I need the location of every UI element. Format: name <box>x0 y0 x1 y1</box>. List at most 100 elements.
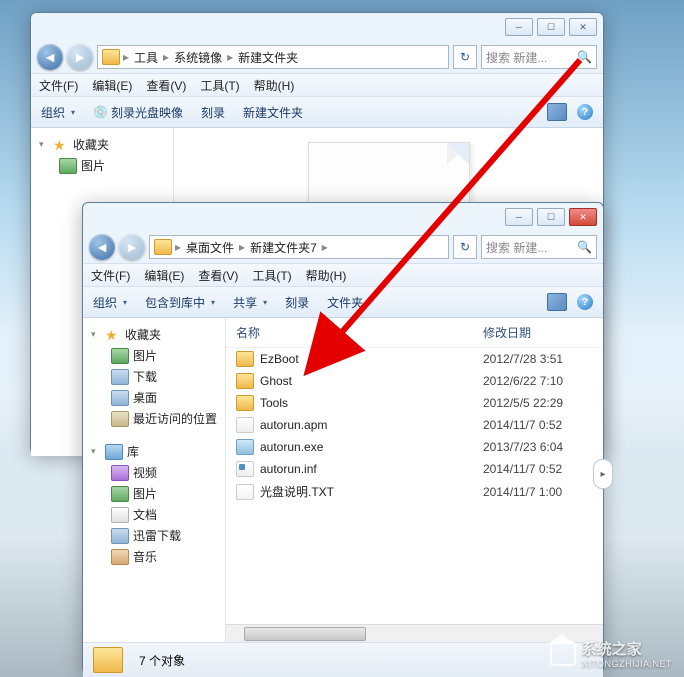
sidebar-downloads[interactable]: 下载 <box>83 366 225 387</box>
burn-button[interactable]: 刻录 <box>201 104 225 121</box>
menu-edit[interactable]: 编辑(E) <box>92 77 132 94</box>
file-date: 2014/11/7 0:52 <box>483 418 593 432</box>
folder-icon <box>236 373 254 389</box>
refresh-button[interactable]: ↻ <box>453 45 477 69</box>
content-pane: 名称 修改日期 EzBoot2012/7/28 3:51Ghost2012/6/… <box>226 318 603 642</box>
chevron-right-icon: ▸ <box>122 50 130 64</box>
sidebar-documents[interactable]: 文档 <box>83 504 225 525</box>
menu-help[interactable]: 帮助(H) <box>306 267 347 284</box>
file-row[interactable]: EzBoot2012/7/28 3:51 <box>226 348 603 370</box>
videos-icon <box>111 465 129 481</box>
forward-button[interactable]: ► <box>67 44 93 70</box>
pictures-icon <box>59 158 77 174</box>
burn-image-button[interactable]: 💿刻录光盘映像 <box>93 104 183 121</box>
file-row[interactable]: autorun.inf2014/11/7 0:52 <box>226 458 603 480</box>
sidebar-xunlei[interactable]: 迅雷下载 <box>83 525 225 546</box>
menu-file[interactable]: 文件(F) <box>91 267 130 284</box>
sidebar-pictures[interactable]: 图片 <box>83 345 225 366</box>
share-button[interactable]: 共享 <box>233 294 267 311</box>
file-row[interactable]: 光盘说明.TXT2014/11/7 1:00 <box>226 480 603 503</box>
file-name: autorun.apm <box>260 418 483 432</box>
sidebar-videos[interactable]: 视频 <box>83 462 225 483</box>
new-folder-button[interactable]: 新建文件夹 <box>243 104 303 121</box>
file-row[interactable]: autorun.apm2014/11/7 0:52 <box>226 414 603 436</box>
menu-tools[interactable]: 工具(T) <box>200 77 239 94</box>
view-options-button[interactable] <box>547 293 567 311</box>
close-button[interactable]: ✕ <box>569 18 597 36</box>
column-name[interactable]: 名称 <box>236 324 483 341</box>
file-row[interactable]: autorun.exe2013/7/23 6:04 <box>226 436 603 458</box>
sidebar-desktop[interactable]: 桌面 <box>83 387 225 408</box>
file-name: Tools <box>260 396 483 410</box>
folder-icon <box>93 647 123 673</box>
help-button[interactable]: ? <box>577 294 593 310</box>
horizontal-scrollbar[interactable] <box>226 624 603 642</box>
exe-icon <box>236 439 254 455</box>
organize-button[interactable]: 组织 <box>41 104 75 121</box>
menu-view[interactable]: 查看(V) <box>146 77 186 94</box>
back-button[interactable]: ◄ <box>37 44 63 70</box>
file-row[interactable]: Tools2012/5/5 22:29 <box>226 392 603 414</box>
menu-edit[interactable]: 编辑(E) <box>144 267 184 284</box>
pictures-icon <box>111 348 129 364</box>
preview-pane-toggle[interactable]: ▸ <box>593 459 613 489</box>
menu-tools[interactable]: 工具(T) <box>252 267 291 284</box>
back-button[interactable]: ◄ <box>89 234 115 260</box>
recent-icon <box>111 411 129 427</box>
breadcrumb-item[interactable]: 工具 <box>132 49 160 66</box>
maximize-button[interactable]: ☐ <box>537 18 565 36</box>
titlebar: ─ ☐ ✕ <box>31 13 603 41</box>
address-bar[interactable]: ▸ 工具 ▸ 系统镜像 ▸ 新建文件夹 <box>97 45 449 69</box>
folder-icon <box>154 239 172 255</box>
view-options-button[interactable] <box>547 103 567 121</box>
collapse-icon: ▾ <box>91 446 101 457</box>
scrollbar-thumb[interactable] <box>244 627 366 641</box>
sidebar-favorites[interactable]: ▾★收藏夹 <box>31 134 173 155</box>
address-bar[interactable]: ▸ 桌面文件 ▸ 新建文件夹7 ▸ <box>149 235 449 259</box>
file-date: 2013/7/23 6:04 <box>483 440 593 454</box>
status-text: 7 个对象 <box>139 652 185 669</box>
breadcrumb-item[interactable]: 新建文件夹7 <box>248 239 319 256</box>
titlebar: ─ ☐ ✕ <box>83 203 603 231</box>
search-input[interactable]: 搜索 新建... 🔍 <box>481 45 597 69</box>
menu-file[interactable]: 文件(F) <box>39 77 78 94</box>
downloads-icon <box>111 369 129 385</box>
minimize-button[interactable]: ─ <box>505 18 533 36</box>
search-input[interactable]: 搜索 新建... 🔍 <box>481 235 597 259</box>
disc-icon: 💿 <box>93 105 108 119</box>
column-headers[interactable]: 名称 修改日期 <box>226 318 603 348</box>
sidebar-favorites[interactable]: ▾★收藏夹 <box>83 324 225 345</box>
help-button[interactable]: ? <box>577 104 593 120</box>
search-placeholder: 搜索 新建... <box>486 239 547 256</box>
organize-button[interactable]: 组织 <box>93 294 127 311</box>
nav-pane: ▾★收藏夹 图片 下载 桌面 最近访问的位置 ▾库 视频 图片 文档 迅雷下载 … <box>83 318 226 642</box>
close-button[interactable]: ✕ <box>569 208 597 226</box>
chevron-right-icon: ▸ <box>321 240 329 254</box>
sidebar-pictures[interactable]: 图片 <box>31 155 173 176</box>
minimize-button[interactable]: ─ <box>505 208 533 226</box>
chevron-right-icon: ▸ <box>226 50 234 64</box>
search-placeholder: 搜索 新建... <box>486 49 547 66</box>
new-folder-button[interactable]: 文件夹 <box>327 294 363 311</box>
include-library-button[interactable]: 包含到库中 <box>145 294 215 311</box>
breadcrumb-item[interactable]: 桌面文件 <box>184 239 236 256</box>
column-date[interactable]: 修改日期 <box>483 324 593 341</box>
menu-view[interactable]: 查看(V) <box>198 267 238 284</box>
maximize-button[interactable]: ☐ <box>537 208 565 226</box>
file-name: EzBoot <box>260 352 483 366</box>
sidebar-libraries[interactable]: ▾库 <box>83 441 225 462</box>
status-bar: 7 个对象 <box>83 642 603 677</box>
breadcrumb-item[interactable]: 新建文件夹 <box>236 49 300 66</box>
breadcrumb-item[interactable]: 系统镜像 <box>172 49 224 66</box>
sidebar-pictures-lib[interactable]: 图片 <box>83 483 225 504</box>
file-row[interactable]: Ghost2012/6/22 7:10 <box>226 370 603 392</box>
star-icon: ★ <box>105 328 121 342</box>
refresh-button[interactable]: ↻ <box>453 235 477 259</box>
watermark-brand: 系统之家 <box>582 638 672 659</box>
burn-button[interactable]: 刻录 <box>285 294 309 311</box>
menu-help[interactable]: 帮助(H) <box>254 77 295 94</box>
sidebar-recent[interactable]: 最近访问的位置 <box>83 408 225 429</box>
forward-button[interactable]: ► <box>119 234 145 260</box>
file-date: 2014/11/7 0:52 <box>483 462 593 476</box>
sidebar-music[interactable]: 音乐 <box>83 546 225 567</box>
